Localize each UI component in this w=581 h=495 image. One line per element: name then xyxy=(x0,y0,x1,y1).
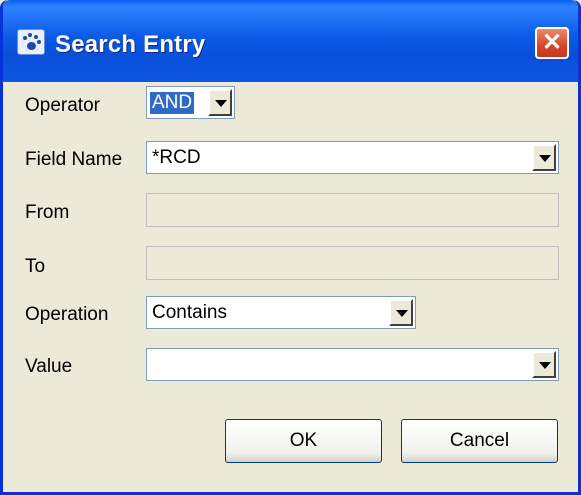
window-title: Search Entry xyxy=(55,31,206,58)
value-label: Value xyxy=(25,356,73,377)
value-select[interactable] xyxy=(146,348,559,381)
operator-value: AND xyxy=(150,92,195,114)
paw-icon xyxy=(17,29,45,55)
close-button[interactable]: ✕ xyxy=(535,27,569,59)
to-label: To xyxy=(25,256,46,277)
to-field[interactable] xyxy=(146,246,559,280)
title-bar[interactable]: Search Entry ✕ xyxy=(3,0,578,82)
chevron-down-icon[interactable] xyxy=(532,144,556,171)
ok-button[interactable]: OK xyxy=(225,419,382,463)
from-label: From xyxy=(25,202,70,223)
search-entry-dialog: Search Entry ✕ Operator AND Field Name *… xyxy=(0,0,581,495)
chevron-down-icon[interactable] xyxy=(532,351,556,378)
operation-select[interactable]: Contains xyxy=(146,296,416,329)
field-name-label: Field Name xyxy=(25,149,123,170)
operator-select[interactable]: AND xyxy=(146,86,235,119)
operation-label: Operation xyxy=(25,304,109,325)
operation-value: Contains xyxy=(152,302,227,323)
field-name-select[interactable]: *RCD xyxy=(146,141,559,174)
operator-label: Operator xyxy=(25,95,100,116)
field-name-value: *RCD xyxy=(152,147,201,168)
cancel-button[interactable]: Cancel xyxy=(401,419,558,463)
chevron-down-icon[interactable] xyxy=(389,299,413,326)
from-field[interactable] xyxy=(146,193,559,227)
chevron-down-icon[interactable] xyxy=(208,89,232,116)
